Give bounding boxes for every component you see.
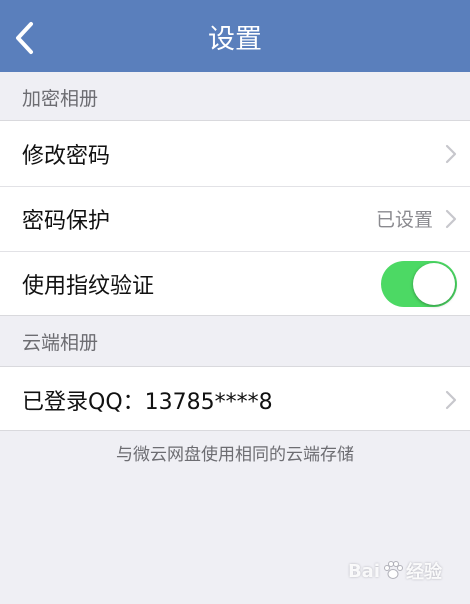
navigation-bar: 设置: [0, 0, 470, 72]
toggle-knob: [413, 262, 455, 305]
cloud-storage-footnote: 与微云网盘使用相同的云端存储: [116, 445, 354, 465]
baidu-jingyan-watermark: Bai 经验: [348, 558, 442, 584]
watermark-text-left: Bai: [347, 560, 380, 582]
paw-icon: [384, 561, 403, 579]
section-header-cloud-album: 云端相册: [0, 316, 470, 366]
password-protection-status: 已设置: [375, 209, 433, 231]
chevron-right-icon: [445, 390, 457, 409]
change-password-row[interactable]: 修改密码: [0, 121, 470, 186]
qq-account-row[interactable]: 已登录QQ：13785****8: [0, 367, 470, 432]
section-header-encrypted-album: 加密相册: [0, 72, 470, 120]
change-password-label: 修改密码: [22, 143, 111, 169]
page-title: 设置: [208, 24, 262, 55]
watermark-text-right: 经验: [406, 562, 442, 583]
chevron-right-icon: [445, 144, 457, 163]
fingerprint-toggle[interactable]: [381, 260, 457, 307]
qq-account-label: 已登录QQ：13785****8: [22, 389, 273, 415]
encrypted-album-group: 修改密码 密码保护 已设置 使用指纹验证: [0, 120, 470, 316]
cloud-album-group: 已登录QQ：13785****8: [0, 366, 470, 431]
fingerprint-row: 使用指纹验证: [0, 251, 470, 316]
password-protection-label: 密码保护: [22, 208, 111, 234]
chevron-right-icon: [445, 209, 457, 228]
password-protection-row[interactable]: 密码保护 已设置: [0, 186, 470, 251]
fingerprint-label: 使用指纹验证: [22, 273, 155, 299]
